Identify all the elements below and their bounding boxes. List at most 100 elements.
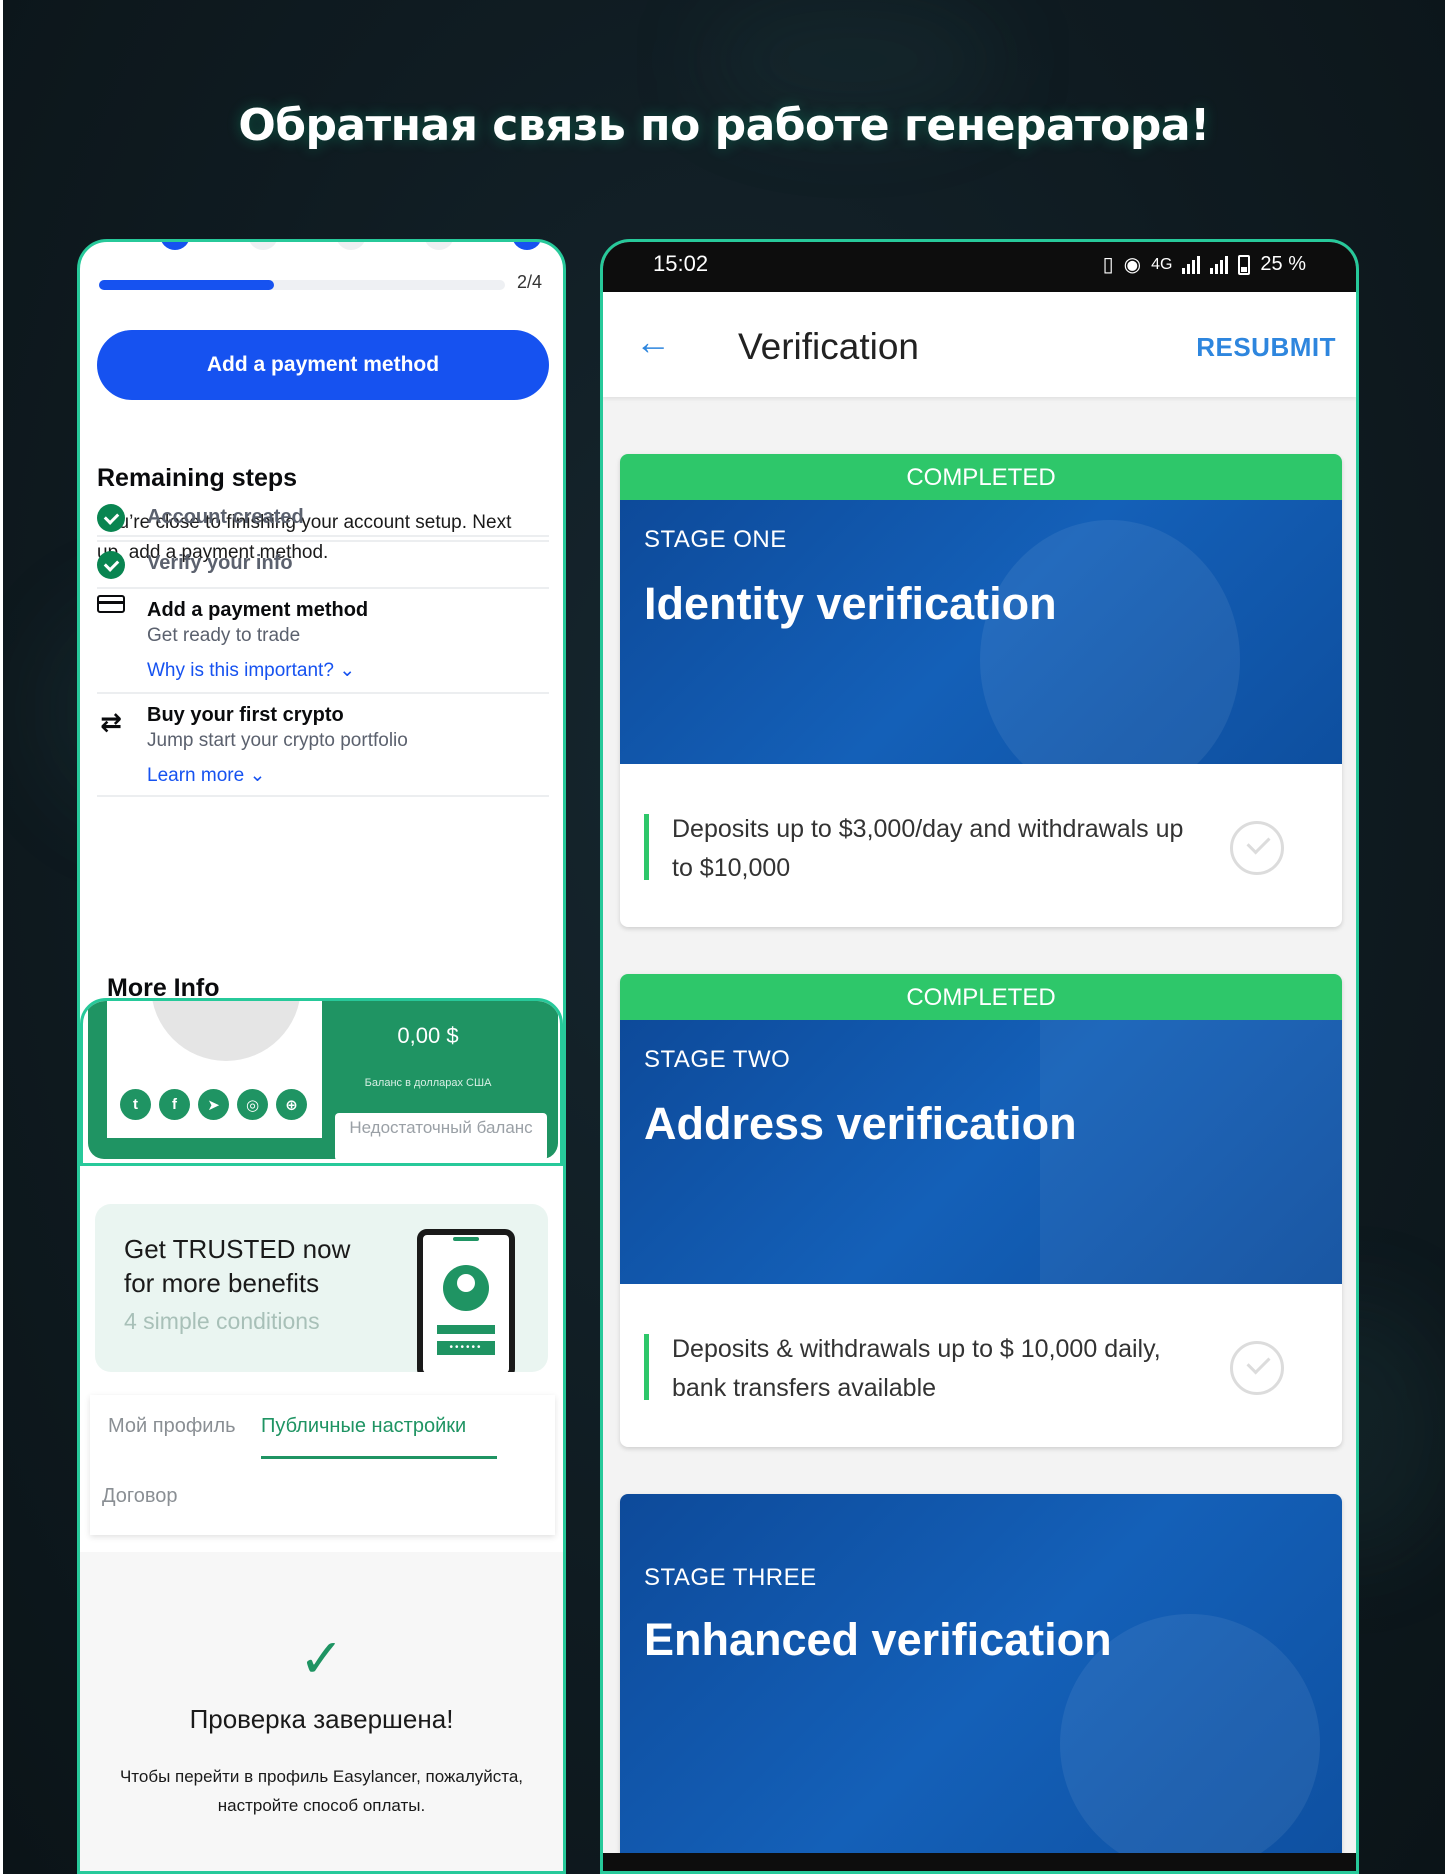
- hotspot-icon: ◉: [1123, 254, 1142, 276]
- trusted-title: Get TRUSTED now for more benefits: [124, 1234, 351, 1298]
- chevron-down-icon: ⌄: [249, 765, 266, 786]
- accent-bar: [644, 814, 649, 880]
- balance-amount: 0,00 $: [397, 1023, 459, 1048]
- facebook-icon[interactable]: f: [159, 1089, 190, 1120]
- step-row-account-created[interactable]: Account created: [97, 498, 549, 542]
- profile-tabs: Мой профиль Публичные настройки Договор: [90, 1395, 555, 1535]
- active-tab-indicator: [261, 1456, 497, 1459]
- tab-my-profile[interactable]: Мой профиль: [108, 1415, 236, 1438]
- remaining-steps-title: Remaining steps: [97, 464, 298, 492]
- completed-banner: COMPLETED: [620, 974, 1342, 1020]
- stage-three-photo: STAGE THREE Enhanced verification: [620, 1494, 1342, 1871]
- step-row-add-payment[interactable]: Add a payment method Get ready to trade …: [97, 589, 549, 694]
- app-bar: ← Verification RESUBMIT: [603, 292, 1356, 397]
- link-text: Learn more: [147, 765, 245, 786]
- stage-label: STAGE THREE: [644, 1564, 817, 1591]
- verification-card-stage-three[interactable]: STAGE THREE Enhanced verification: [620, 1494, 1342, 1871]
- why-important-link[interactable]: Why is this important? ⌄: [147, 659, 355, 682]
- vibrate-icon: ▯: [1102, 254, 1114, 276]
- status-time: 15:02: [653, 251, 709, 276]
- stage-title: Address verification: [644, 1098, 1077, 1149]
- stage-one-photo: STAGE ONE Identity verification: [620, 500, 1342, 764]
- status-bar: 15:02 ▯ ◉ 4G 25 %: [603, 242, 1356, 292]
- photo-shape: [980, 520, 1240, 764]
- phone-illustration-icon: ••••••: [417, 1229, 515, 1372]
- add-payment-method-button[interactable]: Add a payment method: [97, 330, 549, 400]
- step-dot: [248, 242, 278, 250]
- setup-progress-count: 2/4: [517, 272, 543, 292]
- twitter-icon[interactable]: t: [120, 1089, 151, 1120]
- stage-description: Deposits & withdrawals up to $ 10,000 da…: [672, 1335, 1161, 1402]
- photo-shape: [1040, 1020, 1342, 1284]
- status-icons: ▯ ◉ 4G 25 %: [1103, 252, 1306, 277]
- step-dots: [160, 242, 550, 250]
- trusted-subtitle: 4 simple conditions: [124, 1308, 320, 1334]
- battery-level: 25 %: [1260, 253, 1306, 275]
- globe-icon[interactable]: ⊕: [276, 1089, 307, 1120]
- step-sublabel: Jump start your crypto portfolio: [147, 730, 408, 751]
- balance-caption: Баланс в долларах США: [364, 1077, 492, 1089]
- instagram-icon[interactable]: ◎: [237, 1089, 268, 1120]
- check-circle-icon: [1230, 1341, 1284, 1395]
- check-circle-icon: [97, 504, 125, 532]
- stage-label: STAGE TWO: [644, 1046, 791, 1073]
- link-text: Why is this important?: [147, 660, 334, 681]
- verification-card-stage-two[interactable]: COMPLETED STAGE TWO Address verification…: [620, 974, 1342, 1447]
- step-dot: [336, 242, 366, 250]
- back-arrow-icon[interactable]: ←: [635, 324, 671, 360]
- stage-label: STAGE ONE: [644, 526, 787, 553]
- resubmit-button[interactable]: RESUBMIT: [1196, 332, 1336, 363]
- check-circle-icon: [1230, 821, 1284, 875]
- step-sublabel: Get ready to trade: [147, 625, 301, 646]
- checkmark-icon: ✓: [298, 1629, 345, 1689]
- stage-details: Deposits up to $3,000/day and withdrawal…: [620, 764, 1342, 927]
- credit-card-icon: [97, 595, 125, 613]
- stage-description: Deposits up to $3,000/day and withdrawal…: [672, 815, 1184, 882]
- get-trusted-banner[interactable]: Get TRUSTED now for more benefits 4 simp…: [95, 1204, 548, 1372]
- step-dot: [512, 242, 542, 250]
- completed-banner: COMPLETED: [620, 454, 1342, 500]
- stage-details: Deposits & withdrawals up to $ 10,000 da…: [620, 1284, 1342, 1447]
- profile-panel: t f ➤ ◎ ⊕: [107, 1001, 322, 1138]
- verification-card-stage-one[interactable]: COMPLETED STAGE ONE Identity verificatio…: [620, 454, 1342, 927]
- step-label: Account created: [147, 506, 304, 528]
- step-label: Buy your first crypto: [147, 704, 344, 726]
- stage-two-photo: STAGE TWO Address verification: [620, 1020, 1342, 1284]
- step-label: Verify your info: [147, 552, 293, 574]
- check-circle-icon: [97, 551, 125, 579]
- signal-icon: [1210, 255, 1229, 274]
- stage-title: Identity verification: [644, 578, 1057, 629]
- page-headline: Обратная связь по работе генератора!: [238, 100, 1210, 151]
- chevron-down-icon: ⌄: [339, 660, 356, 681]
- verification-complete-description: Чтобы перейти в профиль Easylancer, пожа…: [119, 1767, 524, 1815]
- swap-arrows-icon: ⇄: [100, 707, 122, 737]
- navigation-bar: [603, 1853, 1356, 1871]
- accent-bar: [644, 1334, 649, 1400]
- insufficient-balance-button[interactable]: Недостаточный баланс: [335, 1113, 547, 1161]
- signal-icon: [1182, 255, 1201, 274]
- telegram-icon[interactable]: ➤: [198, 1089, 229, 1120]
- tab-contract[interactable]: Договор: [102, 1485, 178, 1508]
- phone-password-dots: ••••••: [437, 1341, 495, 1355]
- battery-icon: [1238, 254, 1251, 275]
- step-label: Add a payment method: [147, 599, 369, 621]
- network-type: 4G: [1151, 255, 1173, 273]
- step-dot: [424, 242, 454, 250]
- phone-bar: [437, 1325, 495, 1334]
- step-dot: [160, 242, 190, 250]
- social-links: t f ➤ ◎ ⊕: [120, 1089, 307, 1120]
- stage-title: Enhanced verification: [644, 1614, 1112, 1665]
- page-title: Verification: [738, 326, 919, 367]
- phone-notch: [453, 1237, 479, 1241]
- tab-public-settings[interactable]: Публичные настройки: [261, 1415, 466, 1438]
- learn-more-link[interactable]: Learn more ⌄: [147, 764, 265, 787]
- setup-progress-fill: [99, 280, 274, 290]
- balance-card: t f ➤ ◎ ⊕ 0,00 $ Баланс в долларах США Н…: [80, 998, 563, 1166]
- step-row-buy-crypto[interactable]: ⇄ Buy your first crypto Jump start your …: [97, 694, 549, 797]
- step-row-verify-info[interactable]: Verify your info: [97, 542, 549, 589]
- right-screenshot-panel: 15:02 ▯ ◉ 4G 25 % ← Verification RESUBMI…: [600, 239, 1359, 1874]
- verification-complete-title: Проверка завершена!: [189, 1704, 454, 1734]
- left-screenshot-panel: 2/4 Add a payment method Remaining steps…: [77, 239, 566, 1874]
- setup-progress-bar: [99, 280, 505, 290]
- avatar: [151, 1001, 301, 1061]
